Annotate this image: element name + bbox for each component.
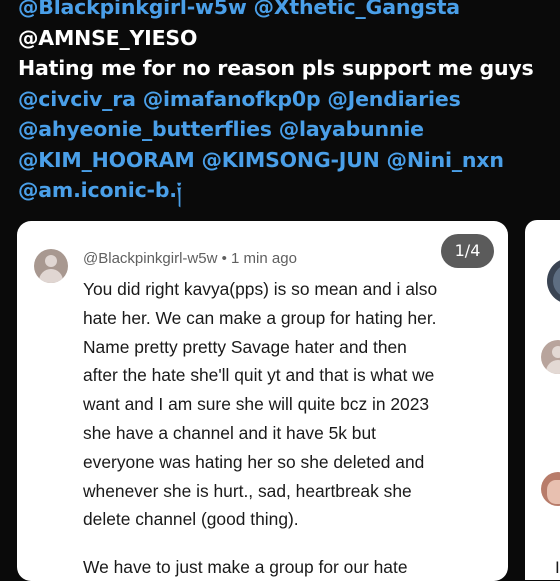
- comment-line: whenever she is hurt., sad, heartbreak s…: [83, 480, 412, 501]
- mention-link[interactable]: @Nini_nxn: [387, 148, 504, 172]
- next-carousel-card[interactable]: I: [525, 220, 560, 580]
- mention-link[interactable]: @layabunnie: [279, 117, 424, 141]
- commenter-avatar: [541, 472, 560, 506]
- caption-text: @AMNSE_YIESO: [18, 25, 198, 50]
- comment-line-next: We have to just make a group for our hat…: [83, 557, 408, 578]
- comment-line: You did right kavya(pps) is so mean and …: [83, 279, 438, 299]
- caption-line-2: @AMNSE_YIESO: [18, 23, 558, 54]
- person-icon: [45, 255, 57, 267]
- commenter-avatar: [541, 340, 560, 374]
- caption-line-3: Hating me for no reason pls support me g…: [18, 53, 558, 84]
- comment-line: Name pretty pretty Savage hater and then: [83, 336, 407, 357]
- caption-line-5: @ahyeonie_butterflies @layabunnie: [18, 114, 558, 145]
- mention-link[interactable]: @imafanofkp0p: [143, 87, 321, 111]
- mention-link[interactable]: @am.iconic-b.༏: [18, 178, 181, 202]
- profile-avatar: [547, 258, 560, 304]
- comment-line: hate her. We can make a group for hating…: [83, 307, 437, 328]
- caption-text: Hating me for no reason pls support me g…: [18, 56, 534, 80]
- mention-link[interactable]: @Blackpinkgirl-w5w: [18, 0, 247, 19]
- post-caption: @Blackpinkgirl-w5w @Xthetic_Gangsta @AMN…: [18, 0, 558, 206]
- comment-time: 1 min ago: [231, 250, 297, 267]
- caption-line-6: @KIM_HOORAM @KIMSONG-JUN @Nini_nxn: [18, 145, 558, 176]
- person-icon-body: [39, 269, 63, 283]
- comment-line: want and I am sure she will quite bcz in…: [83, 394, 430, 415]
- comment-line: everyone was hating her so she deleted a…: [83, 451, 425, 472]
- caption-line-1: @Blackpinkgirl-w5w @Xthetic_Gangsta: [18, 0, 558, 23]
- mention-link[interactable]: @civciv_ra: [18, 87, 136, 111]
- carousel-counter-badge: 1/4: [441, 234, 494, 268]
- mention-link[interactable]: @KIMSONG-JUN: [201, 148, 379, 172]
- mention-link[interactable]: @Jendiaries: [327, 87, 460, 111]
- mention-link[interactable]: @ahyeonie_butterflies: [18, 117, 272, 141]
- person-icon-body: [546, 360, 560, 374]
- person-icon: [552, 346, 560, 358]
- comment-meta: @Blackpinkgirl-w5w • 1 min ago: [83, 250, 297, 267]
- caption-line-4: @civciv_ra @imafanofkp0p @Jendiaries: [18, 84, 558, 115]
- mention-link[interactable]: @Xthetic_Gangsta: [254, 0, 461, 19]
- side-card-text: I: [555, 558, 560, 577]
- comment-body: You did right kavya(pps) is so mean and …: [83, 275, 493, 581]
- avatar-inner: [547, 480, 560, 504]
- commenter-avatar: [34, 249, 68, 283]
- comment-line: she have a channel and it have 5k but: [83, 422, 376, 443]
- avatar-inner: [553, 264, 560, 298]
- meta-separator: •: [217, 250, 232, 267]
- comment-line: delete channel (good thing).: [83, 509, 299, 530]
- comment-line: after the hate she'll quit yt and that i…: [83, 365, 435, 386]
- caption-line-7: @am.iconic-b.༏: [18, 175, 558, 206]
- mention-link[interactable]: @KIM_HOORAM: [18, 148, 195, 172]
- comment-author: @Blackpinkgirl-w5w: [83, 250, 218, 267]
- image-carousel-card[interactable]: 1/4 @Blackpinkgirl-w5w • 1 min ago You d…: [17, 221, 508, 581]
